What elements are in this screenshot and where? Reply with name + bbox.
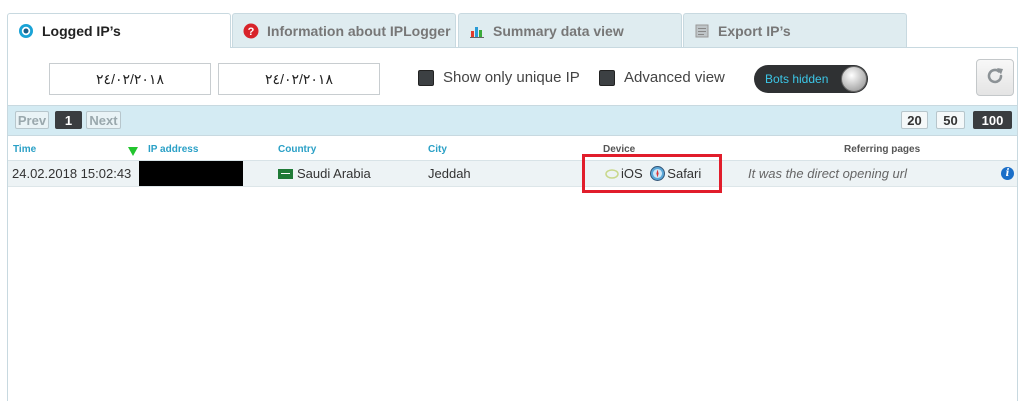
unique-ip-checkbox[interactable]: Show only unique IP [418, 69, 580, 86]
tab-label: Information about IPLogger [267, 22, 451, 39]
advanced-view-checkbox[interactable]: Advanced view [599, 69, 725, 86]
tab-export[interactable]: Export IP’s [683, 13, 907, 47]
country-name: Saudi Arabia [297, 166, 371, 181]
tab-information[interactable]: ? Information about IPLogger [232, 13, 456, 47]
bots-toggle-label: Bots hidden [765, 72, 829, 86]
saudi-flag-icon [278, 169, 293, 179]
tab-bar: Logged IP’s ? Information about IPLogger… [0, 0, 1025, 48]
cell-country: Saudi Arabia [278, 166, 371, 181]
advanced-view-label: Advanced view [624, 69, 725, 86]
prev-page-button[interactable]: Prev [15, 111, 49, 129]
page-size-50[interactable]: 50 [936, 111, 965, 129]
cell-time: 24.02.2018 15:02:43 [12, 166, 132, 181]
eye-icon [18, 23, 34, 39]
tab-summary[interactable]: Summary data view [458, 13, 682, 47]
refresh-button[interactable] [976, 59, 1014, 96]
checkbox-square[interactable] [418, 69, 434, 86]
device-highlight-box [582, 154, 722, 193]
unique-ip-label: Show only unique IP [443, 69, 580, 86]
toggle-knob[interactable] [841, 66, 867, 92]
current-page-button[interactable]: 1 [55, 111, 82, 129]
column-referring-pages: Referring pages [844, 144, 921, 155]
date-to-field[interactable]: ٢٤/٠٢/٢٠١٨ [218, 63, 380, 95]
checkbox-square[interactable] [599, 69, 615, 86]
bar-chart-icon [469, 23, 485, 39]
document-icon [694, 23, 710, 39]
table-row[interactable]: 24.02.2018 15:02:43 Saudi Arabia Jeddah … [8, 161, 1017, 187]
column-ip-address[interactable]: IP address [148, 144, 198, 155]
redacted-ip-block [139, 161, 243, 186]
bots-hidden-toggle[interactable]: Bots hidden [754, 65, 868, 93]
pagination-bar: Prev 1 Next 20 50 100 [8, 105, 1017, 136]
table-header: Time IP address Country City Device Refe… [8, 136, 1017, 161]
page-size-100[interactable]: 100 [973, 111, 1012, 129]
logged-ips-panel: ٢٤/٠٢/٢٠١٨ ٢٤/٠٢/٢٠١٨ Show only unique I… [7, 47, 1018, 401]
column-country[interactable]: Country [278, 144, 316, 155]
next-page-button[interactable]: Next [86, 111, 121, 129]
sort-desc-icon[interactable] [128, 144, 138, 159]
refresh-icon [984, 65, 1006, 90]
tab-label: Summary data view [493, 22, 624, 39]
cell-referrer: It was the direct opening url [748, 166, 907, 181]
column-city[interactable]: City [428, 144, 447, 155]
cell-city: Jeddah [428, 166, 471, 181]
tab-logged-ips[interactable]: Logged IP’s [7, 13, 231, 48]
question-icon: ? [243, 23, 259, 39]
info-icon[interactable]: i [1001, 167, 1014, 180]
date-from-field[interactable]: ٢٤/٠٢/٢٠١٨ [49, 63, 211, 95]
page-size-20[interactable]: 20 [901, 111, 928, 129]
tab-label: Export IP’s [718, 22, 791, 39]
tab-label: Logged IP’s [42, 23, 121, 39]
column-time[interactable]: Time [13, 144, 36, 155]
svg-text:?: ? [248, 26, 255, 38]
